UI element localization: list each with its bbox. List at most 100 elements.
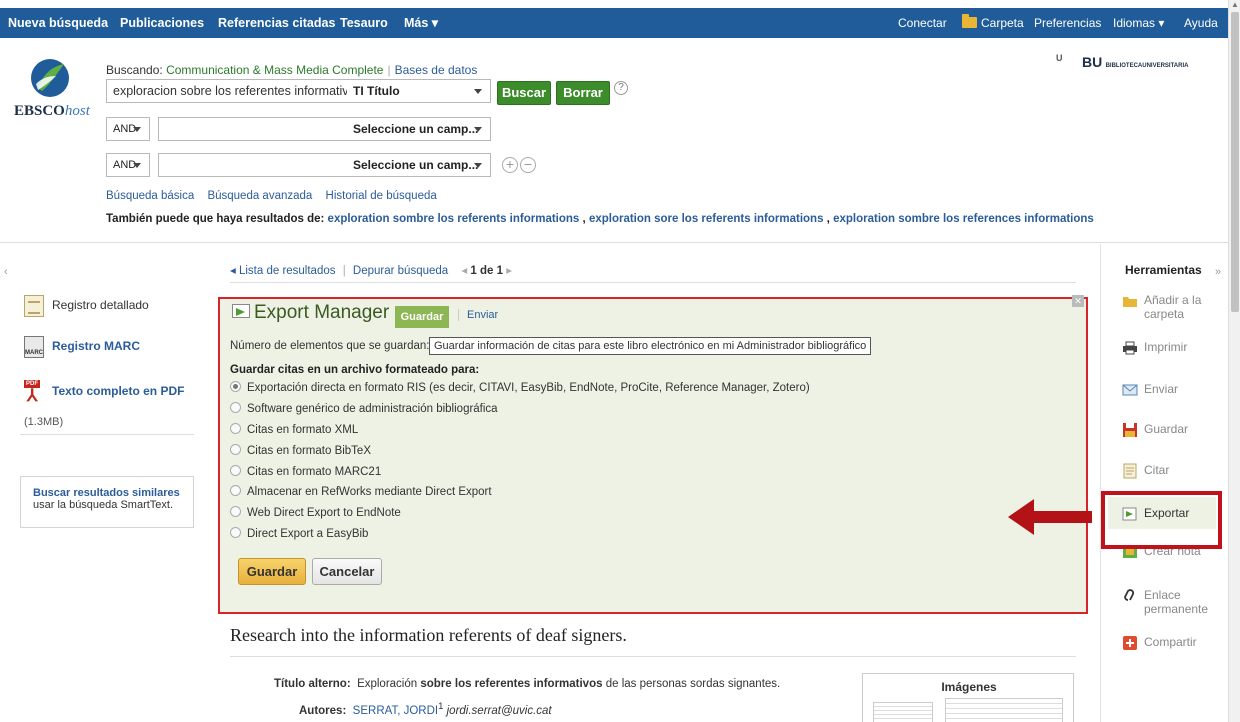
ebsco-wordmark: EBSCOhost <box>14 103 90 119</box>
radio[interactable] <box>230 485 241 496</box>
link-icon <box>1124 589 1135 601</box>
remove-row-icon[interactable]: − <box>520 157 536 173</box>
results-navigation: ◂ Lista de resultados | Depurar búsqueda… <box>230 265 512 277</box>
nav-cited-references[interactable]: Referencias citadas <box>218 8 335 38</box>
search-input-2[interactable] <box>158 117 348 141</box>
database-name: Communication & Mass Media Complete <box>166 63 384 77</box>
search-history-link[interactable]: Historial de búsqueda <box>326 190 437 202</box>
radio-selected[interactable] <box>230 381 241 392</box>
tools-divider <box>1100 244 1101 722</box>
top-navigation-bar: Nueva búsqueda Publicaciones Referencias… <box>0 8 1228 38</box>
detailed-record-link[interactable]: Registro detallado <box>24 295 149 317</box>
image-thumbnail[interactable] <box>945 698 1063 722</box>
nav-thesaurus[interactable]: Tesauro <box>340 8 388 38</box>
similar-results-title[interactable]: Buscar resultados similares <box>33 487 193 499</box>
vertical-scrollbar[interactable]: ▲ <box>1228 0 1240 722</box>
search-input-3[interactable] <box>158 153 348 177</box>
scroll-up-icon[interactable]: ▲ <box>1231 0 1239 9</box>
format-option-refworks[interactable]: Almacenar en RefWorks mediante Direct Ex… <box>230 485 492 498</box>
collapse-right-icon[interactable]: » <box>1215 266 1221 278</box>
images-label: Imágenes <box>941 680 997 694</box>
basic-search-link[interactable]: Búsqueda básica <box>106 190 194 202</box>
items-count-line: Número de elementos que se guardan: 1 <box>230 340 439 352</box>
suggestion-link-1[interactable]: exploration sombre los referents informa… <box>328 213 580 225</box>
format-option-ris[interactable]: Exportación directa en formato RIS (es d… <box>230 381 810 394</box>
back-to-results-link[interactable]: ◂ Lista de resultados <box>230 265 336 277</box>
format-option-xml[interactable]: Citas en formato XML <box>230 423 358 436</box>
author-email: jordi.serrat@uvic.cat <box>446 704 552 717</box>
save-format-heading: Guardar citas en un archivo formateado p… <box>230 364 480 376</box>
nav-connect[interactable]: Conectar <box>898 8 947 38</box>
format-option-endnote-web[interactable]: Web Direct Export to EndNote <box>230 506 401 519</box>
help-icon[interactable]: ? <box>614 81 628 95</box>
did-you-mean-line: También puede que haya resultados de: ex… <box>106 213 1094 225</box>
databases-link[interactable]: Bases de datos <box>395 63 478 77</box>
radio[interactable] <box>230 444 241 455</box>
refine-search-link[interactable]: Depurar búsqueda <box>353 265 448 277</box>
nav-more-menu[interactable]: Más ▾ <box>404 8 438 38</box>
nav-help[interactable]: Ayuda <box>1184 8 1218 38</box>
search-field-select-1[interactable]: TI Título <box>347 79 491 103</box>
advanced-search-link[interactable]: Búsqueda avanzada <box>207 190 312 202</box>
export-highlight-box <box>1101 491 1222 549</box>
header-divider <box>0 242 1228 243</box>
cancel-button[interactable]: Cancelar <box>312 558 382 585</box>
pdf-full-text-link[interactable]: PDF ⅄ Texto completo en PDF <box>24 380 184 404</box>
radio[interactable] <box>230 465 241 476</box>
format-option-bibtex[interactable]: Citas en formato BibTeX <box>230 444 371 457</box>
collapse-left-icon[interactable]: ‹ <box>4 266 8 278</box>
author-link[interactable]: SERRAT, JORDI <box>353 705 438 717</box>
chevron-down-icon <box>474 89 482 94</box>
radio[interactable] <box>230 527 241 538</box>
save-button[interactable]: Guardar <box>238 558 306 585</box>
tooltip: Guardar información de citas para este l… <box>429 337 872 355</box>
pointer-arrow-body <box>1030 511 1092 523</box>
nav-new-search[interactable]: Nueva búsqueda <box>8 8 108 38</box>
radio[interactable] <box>230 506 241 517</box>
chevron-down-icon <box>474 127 482 132</box>
nav-languages[interactable]: Idiomas ▾ <box>1113 8 1164 38</box>
marc-record-link[interactable]: MARC Registro MARC <box>24 336 140 358</box>
similar-results-box[interactable]: Buscar resultados similares usar la búsq… <box>20 476 194 528</box>
nav-folder[interactable]: Carpeta <box>962 8 1024 38</box>
folder-icon <box>1123 297 1137 307</box>
cite-icon <box>1123 463 1137 479</box>
chevron-down-icon <box>474 163 482 168</box>
format-option-generic[interactable]: Software genérico de administración bibl… <box>230 402 498 415</box>
suggestion-link-3[interactable]: exploration sombre los references inform… <box>833 213 1094 225</box>
export-icon <box>232 304 250 318</box>
tab-send[interactable]: Enviar <box>458 309 498 321</box>
clear-button[interactable]: Borrar <box>556 81 610 105</box>
close-icon[interactable]: ✕ <box>1072 295 1084 307</box>
searching-line: Buscando: Communication & Mass Media Com… <box>106 63 478 77</box>
similar-results-subtitle: usar la búsqueda SmartText. <box>33 499 174 511</box>
printer-icon <box>1123 341 1137 355</box>
scrollbar-thumb[interactable] <box>1231 12 1239 312</box>
prev-record-icon[interactable]: ◂ <box>461 265 467 277</box>
search-button[interactable]: Buscar <box>497 81 551 105</box>
format-option-easybib[interactable]: Direct Export a EasyBib <box>230 527 368 540</box>
search-query-input[interactable]: exploracion sobre los referentes informa… <box>106 79 348 103</box>
boolean-operator-select-3[interactable]: AND <box>106 153 150 177</box>
marc-icon: MARC <box>24 336 44 358</box>
nav-preferences[interactable]: Preferencias <box>1034 8 1101 38</box>
search-field-select-2[interactable]: Seleccione un camp... <box>347 117 491 141</box>
export-manager-panel: Export Manager Guardar Enviar ✕ Número d… <box>218 295 1088 614</box>
nav-publications[interactable]: Publicaciones <box>120 8 204 38</box>
next-record-icon[interactable]: ▸ <box>506 265 512 277</box>
suggestion-link-2[interactable]: exploration sore los referents informati… <box>589 213 824 225</box>
radio[interactable] <box>230 402 241 413</box>
authors-line: Autores: SERRAT, JORDI1 jordi.serrat@uvi… <box>299 701 552 717</box>
library-logo: BU BIBLIOTECAUNIVERSITARIA <box>1082 54 1189 70</box>
add-row-icon[interactable]: + <box>502 157 518 173</box>
ebsco-logo-icon[interactable] <box>30 58 70 98</box>
format-option-marc21[interactable]: Citas en formato MARC21 <box>230 465 381 478</box>
chevron-down-icon <box>133 127 141 132</box>
image-thumbnail[interactable] <box>873 702 933 722</box>
search-field-select-3[interactable]: Seleccione un camp... <box>347 153 491 177</box>
boolean-operator-select-2[interactable]: AND <box>106 117 150 141</box>
page-total: 1 <box>496 265 503 277</box>
images-box: Imágenes <box>862 673 1074 722</box>
radio[interactable] <box>230 423 241 434</box>
tab-save[interactable]: Guardar <box>395 306 449 328</box>
